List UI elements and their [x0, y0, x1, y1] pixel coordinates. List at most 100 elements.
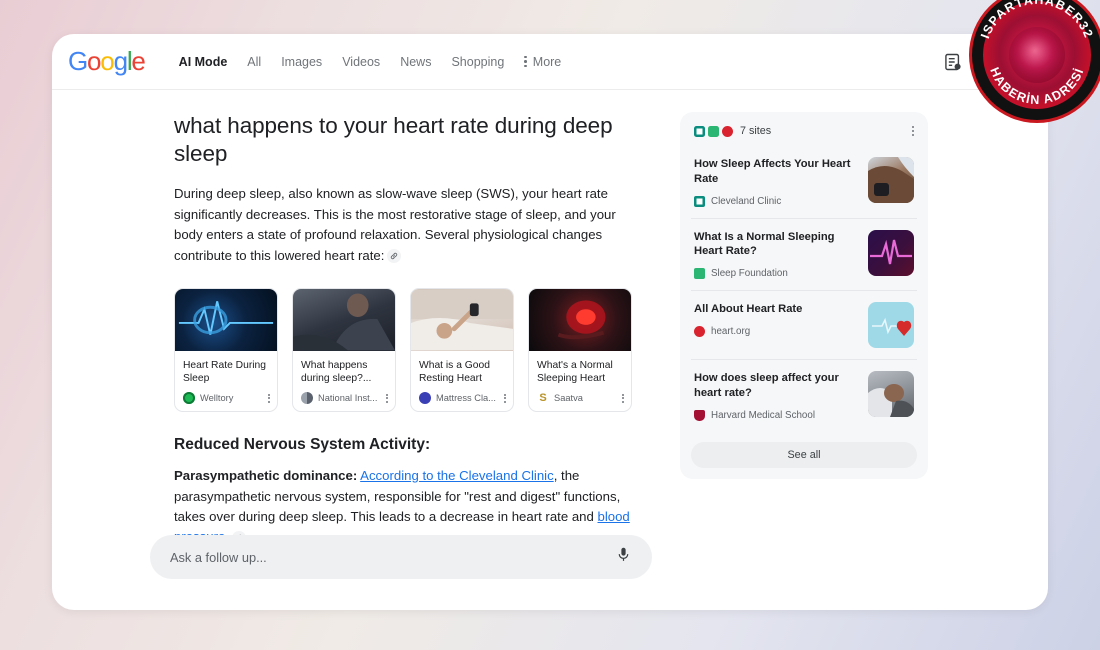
follow-up-placeholder: Ask a follow up...: [170, 549, 267, 565]
source-thumbnail-heart-on-blue: [868, 302, 914, 349]
watermark-top-text: ISPARTAHABER32: [978, 0, 1096, 40]
source-title: What Is a Normal Sleeping Heart Rate?: [694, 230, 835, 258]
citation-link-icon[interactable]: [387, 249, 402, 264]
source-attribution: heart.org: [694, 325, 859, 337]
watermark-text: ISPARTAHABER32 HABERİN ADRESİ: [978, 0, 1096, 107]
source-text: How does sleep affect your heart rate? H…: [694, 371, 859, 421]
sources-favicon-group: [694, 125, 733, 137]
answer-column: what happens to your heart rate during d…: [174, 112, 644, 548]
kebab-icon: [524, 55, 527, 68]
logo-letter: e: [131, 46, 145, 76]
favicon-welltory: [183, 392, 195, 405]
source-title: How Sleep Affects Your Heart Rate: [694, 158, 851, 185]
card-title: Heart Rate During Sleep: [183, 360, 266, 385]
page-title: what happens to your heart rate during d…: [174, 113, 613, 167]
card-source: National Inst...: [318, 393, 378, 404]
source-card[interactable]: What's a Normal Sleeping Heart R... S Sa…: [528, 288, 632, 413]
google-logo[interactable]: Google: [68, 46, 146, 77]
browser-app-card: Google AI Mode All Images Videos News Sh…: [52, 34, 1048, 610]
source-card-row: Heart Rate During Sleep Welltory What ha…: [174, 288, 644, 413]
card-menu-icon[interactable]: [268, 393, 270, 403]
source-thumbnail-sleeping-on-pillow: [868, 371, 914, 418]
source-card[interactable]: Heart Rate During Sleep Welltory: [174, 288, 278, 413]
card-source: Welltory: [200, 393, 234, 404]
card-menu-icon[interactable]: [386, 393, 388, 403]
source-text: All About Heart Rate heart.org: [694, 302, 859, 348]
favicon-national-institutes: [301, 392, 313, 405]
card-thumbnail-sleeping-person: [293, 289, 395, 352]
card-source: Saatva: [554, 393, 583, 404]
cleveland-clinic-link[interactable]: According to the Cleveland Clinic: [360, 468, 554, 483]
sources-menu-icon[interactable]: [911, 125, 914, 137]
card-footer: National Inst...: [293, 387, 395, 411]
section-heading: Reduced Nervous System Activity:: [174, 436, 431, 454]
logo-letter: g: [113, 46, 128, 76]
source-name: Harvard Medical School: [711, 409, 816, 421]
app-header: Google AI Mode All Images Videos News Sh…: [52, 34, 1048, 90]
sources-panel: 7 sites How Sleep Affects Your Heart Rat…: [680, 112, 928, 479]
list-item[interactable]: What Is a Normal Sleeping Heart Rate? Sl…: [691, 217, 917, 291]
source-title: All About Heart Rate: [694, 303, 803, 316]
list-item[interactable]: All About Heart Rate heart.org: [691, 290, 917, 359]
card-source: Mattress Cla...: [436, 393, 496, 404]
source-thumbnail-ecg-wave: [868, 229, 914, 276]
card-menu-icon[interactable]: [504, 393, 506, 403]
page-content: what happens to your heart rate during d…: [52, 90, 1048, 548]
card-footer: Welltory: [175, 387, 277, 411]
tab-videos[interactable]: Videos: [342, 55, 380, 69]
watermark-logo: ISPARTAHABER32 HABERİN ADRESİ: [972, 0, 1100, 120]
list-item[interactable]: How does sleep affect your heart rate? H…: [691, 359, 917, 432]
favicon-heart-org: [694, 325, 705, 337]
card-title: What is a Good Resting Heart Rat...: [419, 360, 490, 387]
follow-up-input[interactable]: Ask a follow up...: [150, 535, 652, 579]
section-lead: Parasympathetic dominance:: [174, 468, 358, 484]
source-name: Cleveland Clinic: [711, 195, 782, 207]
logo-letter: o: [100, 46, 114, 76]
source-thumbnail-wrist-monitor: [868, 157, 914, 203]
sources-header: 7 sites: [691, 122, 917, 146]
card-thumbnail-ecg: [175, 289, 277, 352]
source-card[interactable]: What happens during sleep?... National I…: [292, 288, 396, 413]
source-text: What Is a Normal Sleeping Heart Rate? Sl…: [694, 230, 859, 280]
source-name: heart.org: [711, 325, 751, 337]
tab-all[interactable]: All: [247, 55, 261, 69]
favicon-saatva: S: [539, 392, 547, 405]
card-thumbnail-person-in-bed: [411, 289, 513, 352]
source-title: How does sleep affect your heart rate?: [694, 372, 839, 399]
nav-tabs: AI Mode All Images Videos News Shopping …: [179, 55, 562, 69]
card-menu-icon[interactable]: [622, 393, 624, 403]
tab-more-label: More: [532, 54, 562, 69]
source-card[interactable]: What is a Good Resting Heart Rat... Matt…: [410, 288, 514, 413]
source-attribution: Sleep Foundation: [694, 268, 859, 280]
source-attribution: Harvard Medical School: [694, 409, 859, 421]
card-title: What happens during sleep?...: [301, 360, 372, 385]
tab-images[interactable]: Images: [281, 55, 322, 69]
source-text: How Sleep Affects Your Heart Rate Clevel…: [694, 157, 859, 207]
tab-news[interactable]: News: [400, 55, 431, 69]
favicon-cleveland-clinic: [694, 195, 705, 207]
sources-count: 7 sites: [740, 125, 772, 137]
tab-more[interactable]: More: [524, 55, 561, 69]
notes-icon[interactable]: [943, 52, 963, 72]
see-all-button[interactable]: See all: [691, 441, 917, 468]
card-footer: Mattress Cla...: [411, 387, 513, 411]
tab-shopping[interactable]: Shopping: [451, 55, 504, 69]
logo-letter: o: [87, 46, 101, 76]
card-footer: S Saatva: [529, 387, 631, 411]
sources-column: 7 sites How Sleep Affects Your Heart Rat…: [680, 112, 928, 548]
favicon-harvard-medical-school: [694, 409, 705, 421]
microphone-icon[interactable]: [615, 546, 632, 568]
source-name: Sleep Foundation: [711, 268, 788, 280]
tab-ai-mode[interactable]: AI Mode: [179, 55, 228, 69]
favicon-mattress-clarity: [419, 392, 431, 405]
list-item[interactable]: How Sleep Affects Your Heart Rate Clevel…: [691, 146, 917, 218]
favicon-sleep-foundation: [708, 125, 719, 137]
watermark-bottom-text: HABERİN ADRESİ: [987, 65, 1086, 107]
card-thumbnail-heart-anatomy: [529, 289, 631, 352]
favicon-cleveland-clinic: [694, 125, 705, 137]
favicon-heart-org: [722, 125, 733, 137]
source-attribution: Cleveland Clinic: [694, 195, 859, 207]
card-title: What's a Normal Sleeping Heart R...: [537, 360, 613, 387]
intro-paragraph: During deep sleep, also known as slow-wa…: [174, 184, 644, 266]
favicon-sleep-foundation: [694, 268, 705, 280]
